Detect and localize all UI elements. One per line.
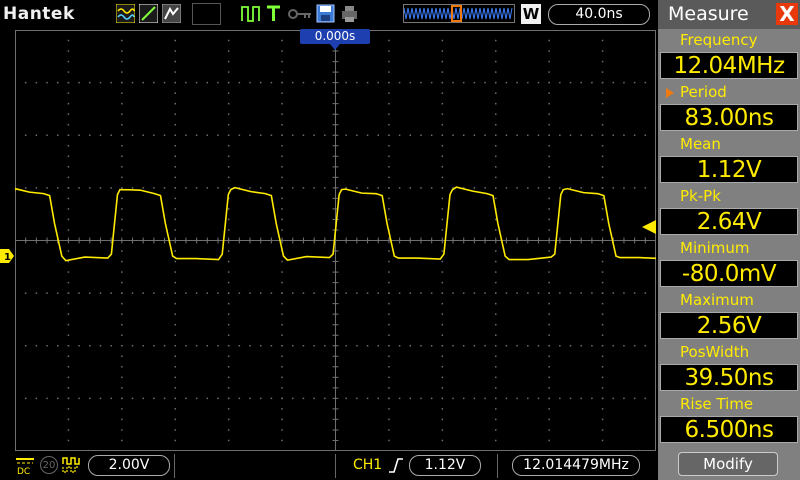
trigger-position-flag[interactable]: 0.000s	[300, 29, 370, 44]
frequency-counter-readout: 12.014479MHz	[512, 455, 640, 476]
measurement-value[interactable]: 6.500ns	[660, 416, 798, 443]
memory-view-window[interactable]	[451, 5, 462, 22]
trigger-icon[interactable]	[264, 4, 283, 23]
measurement-label: Pk-Pk	[680, 187, 721, 205]
timebase-readout[interactable]: 40.0ns	[548, 4, 650, 25]
trigger-level-marker[interactable]	[642, 220, 656, 234]
trigger-source-label: CH1	[353, 457, 383, 473]
run-stop-icon[interactable]	[241, 4, 260, 23]
close-button[interactable]: X	[776, 3, 798, 25]
brand-logo: Hantek	[3, 4, 75, 24]
measurement-label: PosWidth	[680, 343, 750, 361]
measurement-value[interactable]: 83.00ns	[660, 104, 798, 131]
graticule	[15, 30, 656, 451]
invert-icon[interactable]	[62, 456, 82, 474]
waveform-display[interactable]	[15, 30, 656, 451]
measurement-value[interactable]: -80.0mV	[660, 260, 798, 287]
measurement-value[interactable]: 12.04MHz	[660, 52, 798, 79]
selected-measurement-indicator	[666, 88, 674, 98]
memory-window-label: W	[521, 4, 541, 24]
memory-position-bar[interactable]	[403, 4, 515, 23]
bandwidth-limit-icon[interactable]: 20	[40, 456, 58, 474]
measurement-label: Mean	[680, 135, 721, 153]
bottom-divider	[335, 454, 336, 478]
coupling-label: DC	[17, 467, 30, 475]
rising-edge-icon[interactable]	[388, 456, 404, 474]
save-icon[interactable]	[316, 4, 335, 23]
waveform-mode-icon[interactable]	[116, 4, 135, 23]
trigger-level-readout[interactable]: 1.12V	[409, 455, 481, 476]
trigger-position-pointer	[330, 44, 340, 50]
print-icon[interactable]	[340, 4, 359, 23]
ch1-ground-marker[interactable]: 1	[0, 248, 14, 263]
toolbar-separator	[192, 3, 221, 25]
measurement-label: Period	[680, 83, 727, 101]
volts-per-div-readout[interactable]: 2.00V	[88, 455, 170, 476]
bottom-divider	[497, 454, 498, 478]
ch1-marker-label: 1	[4, 252, 11, 263]
key-lock-icon[interactable]	[287, 4, 313, 23]
measurement-label: Frequency	[680, 31, 758, 49]
measurement-value[interactable]: 2.56V	[660, 312, 798, 339]
measurement-value[interactable]: 1.12V	[660, 156, 798, 183]
measurement-label: Rise Time	[680, 395, 754, 413]
dc-coupling-icon[interactable]: DC	[15, 455, 35, 477]
measurement-value[interactable]: 2.64V	[660, 208, 798, 235]
line-draw-icon[interactable]	[139, 4, 158, 23]
measurement-label: Maximum	[680, 291, 754, 309]
measure-panel-title: Measure	[668, 3, 749, 25]
persistence-icon[interactable]	[162, 4, 181, 23]
modify-button[interactable]: Modify	[678, 452, 778, 476]
measure-panel: Measure X Frequency 12.04MHz Period 83.00ns…	[658, 0, 800, 480]
bottom-divider	[174, 454, 175, 478]
measurement-label: Minimum	[680, 239, 750, 257]
measurement-value[interactable]: 39.50ns	[660, 364, 798, 391]
